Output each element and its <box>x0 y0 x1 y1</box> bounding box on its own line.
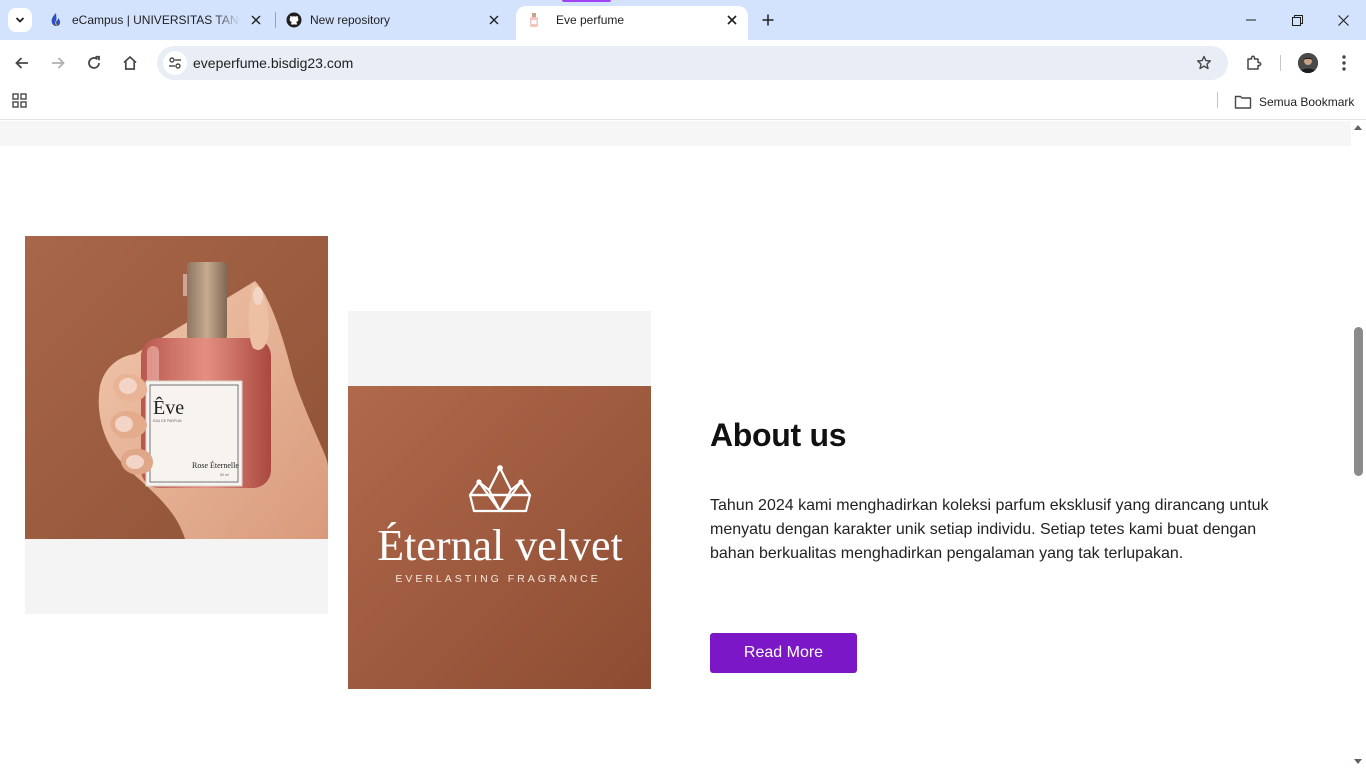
about-heading: About us <box>710 417 847 453</box>
menu-button[interactable] <box>1330 49 1358 77</box>
plus-icon <box>762 14 774 26</box>
tab-title: New repository <box>310 13 391 27</box>
bookmark-divider <box>1217 92 1218 108</box>
reload-icon <box>88 55 100 69</box>
page-header-strip <box>0 121 1351 146</box>
tab-title: eCampus | UNIVERSITAS TANGERANG <box>72 13 240 27</box>
logo-brand-text: Éternal velvet <box>377 521 623 570</box>
product-photo-card: Êve EAU DE PARFUM Rose Éternelle 50 ml <box>25 236 328 614</box>
page-viewport: Êve EAU DE PARFUM Rose Éternelle 50 ml É… <box>0 121 1351 768</box>
tab-separator <box>275 12 276 28</box>
brand-logo-card: Éternal velvet EVERLASTING FRAGRANCE <box>348 311 651 689</box>
tab-eve-perfume[interactable]: Eve perfume <box>516 6 748 40</box>
scroll-down-arrow-icon[interactable] <box>1354 759 1362 764</box>
more-vert-icon <box>1342 55 1346 71</box>
audio-indicator <box>562 0 611 2</box>
home-icon <box>123 55 137 70</box>
home-button[interactable] <box>116 49 144 77</box>
close-icon <box>1337 14 1349 26</box>
tab-title: Eve perfume <box>556 13 625 27</box>
ecampus-flame-icon <box>48 12 64 28</box>
browser-toolbar: eveperfume.bisdig23.com <box>0 40 1366 86</box>
about-body: Tahun 2024 kami menghadirkan koleksi par… <box>710 497 1269 562</box>
close-window-button[interactable] <box>1320 0 1366 40</box>
read-more-button[interactable]: Read More <box>710 633 857 673</box>
product-photo: Êve EAU DE PARFUM Rose Éternelle 50 ml <box>25 236 328 539</box>
tab-strip: eCampus | UNIVERSITAS TANGERANG New repo… <box>0 0 1366 40</box>
logo-tagline-text: EVERLASTING FRAGRANCE <box>395 573 600 585</box>
tab-ecampus[interactable]: eCampus | UNIVERSITAS TANGERANG <box>48 6 264 34</box>
apps-grid-icon[interactable] <box>11 92 29 110</box>
tab-search-button[interactable] <box>8 8 32 32</box>
restore-icon <box>1291 14 1303 26</box>
product-brand: Êve <box>153 396 184 419</box>
close-tab-icon[interactable] <box>248 12 264 28</box>
tune-icon <box>169 57 181 69</box>
profile-avatar[interactable] <box>1298 53 1318 73</box>
arrow-right-icon <box>52 57 65 69</box>
about-section: About us Tahun 2024 kami menghadirkan ko… <box>710 417 1290 566</box>
chevron-down-icon <box>15 17 25 23</box>
svg-text:50 ml: 50 ml <box>220 473 229 477</box>
close-tab-icon[interactable] <box>724 12 740 28</box>
minimize-icon <box>1246 19 1256 21</box>
reload-button[interactable] <box>80 49 108 77</box>
bookmark-star-button[interactable] <box>1194 53 1214 73</box>
close-tab-icon[interactable] <box>486 12 502 28</box>
new-tab-button[interactable] <box>756 8 780 32</box>
brand-logo-image: Éternal velvet EVERLASTING FRAGRANCE <box>348 386 651 689</box>
toolbar-divider <box>1280 55 1281 71</box>
forward-button[interactable] <box>44 49 72 77</box>
product-label: Rose Éternelle <box>192 460 239 470</box>
site-info-button[interactable] <box>163 51 187 75</box>
perfume-bottle-icon <box>526 12 542 28</box>
address-bar[interactable]: eveperfume.bisdig23.com <box>157 46 1228 80</box>
minimize-button[interactable] <box>1228 0 1274 40</box>
svg-text:EAU DE PARFUM: EAU DE PARFUM <box>153 419 182 423</box>
folder-icon <box>1234 95 1252 109</box>
scroll-up-arrow-icon[interactable] <box>1354 125 1362 130</box>
puzzle-icon <box>1247 55 1262 70</box>
all-bookmarks-label: Semua Bookmark <box>1259 95 1355 109</box>
github-icon <box>286 12 302 28</box>
arrow-left-icon <box>15 57 28 69</box>
bookmark-bar: Semua Bookmark <box>0 86 1366 120</box>
restore-button[interactable] <box>1274 0 1320 40</box>
page-scrollbar[interactable] <box>1351 121 1366 768</box>
back-button[interactable] <box>8 49 36 77</box>
scrollbar-thumb[interactable] <box>1354 327 1363 476</box>
star-icon <box>1197 55 1211 70</box>
extensions-button[interactable] <box>1240 49 1268 77</box>
tab-new-repository[interactable]: New repository <box>286 6 502 34</box>
all-bookmarks-button[interactable]: Semua Bookmark <box>1234 92 1354 112</box>
url-text[interactable]: eveperfume.bisdig23.com <box>193 55 353 71</box>
